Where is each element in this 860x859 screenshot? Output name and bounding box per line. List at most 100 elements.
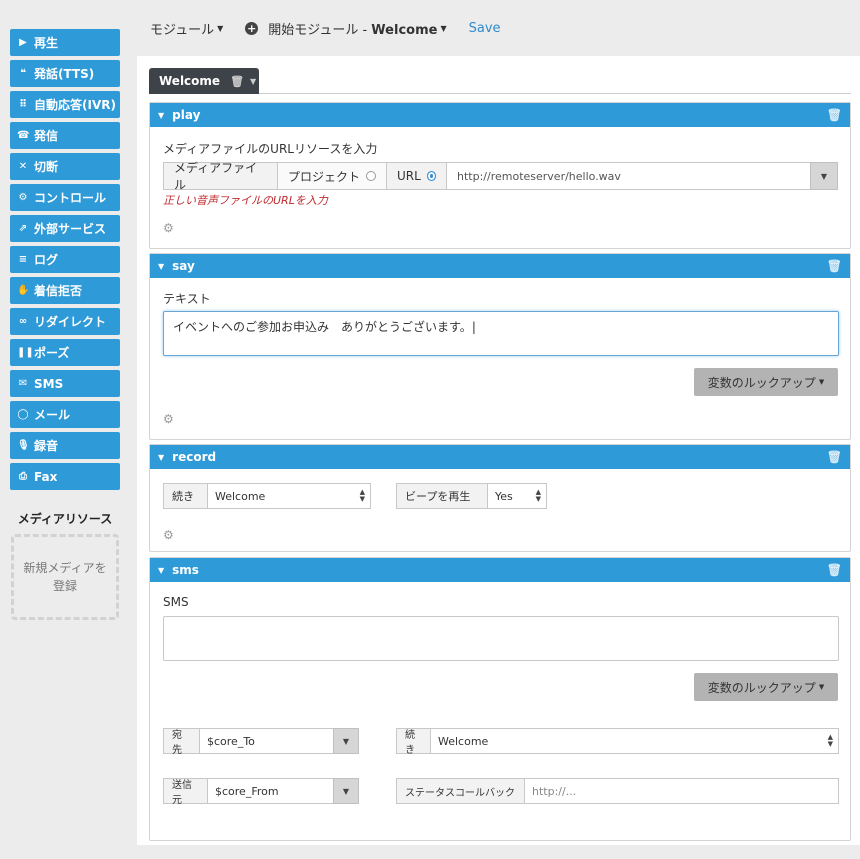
media-dropzone[interactable]: 新規メディアを登録 bbox=[11, 534, 119, 620]
sidebar-item-5[interactable]: ⚙ コントロール bbox=[10, 184, 120, 211]
phone-icon: ☎ bbox=[17, 130, 30, 141]
module-header[interactable]: ▼ play 🗑 bbox=[150, 103, 850, 127]
link-icon: ∞ bbox=[18, 316, 28, 327]
status-callback-placeholder: http://... bbox=[532, 784, 577, 798]
radio-icon[interactable] bbox=[366, 171, 376, 181]
variable-lookup-button[interactable]: 変数のルックアップ ▼ bbox=[694, 368, 838, 396]
from-input[interactable]: $core_From bbox=[207, 778, 334, 804]
microphone-icon: 🎙 bbox=[17, 440, 30, 451]
status-callback-input[interactable]: http://... bbox=[524, 778, 839, 804]
variable-lookup-button[interactable]: 変数のルックアップ ▼ bbox=[694, 673, 838, 701]
trash-icon[interactable]: 🗑 bbox=[827, 563, 842, 577]
beep-select[interactable]: Yes ▲ ▼ bbox=[487, 483, 547, 509]
external-link-icon: ⇗ bbox=[18, 223, 28, 234]
sidebar-item-label: ログ bbox=[34, 253, 59, 267]
select-arrows-icon: ▲ ▼ bbox=[535, 488, 541, 503]
from-label-text: 送信元 bbox=[172, 780, 192, 806]
url-input[interactable]: http://remoteserver/hello.wav bbox=[446, 162, 811, 190]
to-value: $core_To bbox=[207, 734, 255, 748]
sidebar-item-2[interactable]: ⠿ 自動応答(IVR) bbox=[10, 91, 120, 118]
lookup-label: 変数のルックアップ bbox=[707, 375, 816, 390]
trash-icon[interactable]: 🗑 bbox=[230, 75, 244, 88]
sidebar-item-label: 切断 bbox=[34, 160, 59, 174]
collapse-arrow-icon[interactable]: ▼ bbox=[158, 453, 164, 462]
collapse-arrow-icon[interactable]: ▼ bbox=[158, 111, 164, 120]
radio-selected-icon[interactable] bbox=[426, 171, 436, 181]
url-dropdown-button[interactable]: ▼ bbox=[810, 162, 838, 190]
sidebar-item-label: 自動応答(IVR) bbox=[34, 98, 116, 112]
from-dropdown-button[interactable]: ▼ bbox=[333, 778, 359, 804]
sms-next-value: Welcome bbox=[438, 734, 489, 748]
trash-icon[interactable]: 🗑 bbox=[827, 450, 842, 464]
from-value: $core_From bbox=[215, 784, 279, 798]
plus-circle-icon[interactable]: + bbox=[245, 21, 259, 35]
module-menu-label: モジュール bbox=[150, 22, 215, 38]
close-icon: ✕ bbox=[18, 161, 28, 172]
sidebar-item-7[interactable]: ≡ ログ bbox=[10, 246, 120, 273]
sms-next-label-text: 続き bbox=[405, 730, 415, 756]
play-circle-icon: ▶ bbox=[19, 37, 27, 48]
chevron-down-icon: ▼ bbox=[820, 171, 828, 181]
sidebar-item-label: 外部サービス bbox=[34, 222, 107, 236]
keypad-icon: ⠿ bbox=[19, 99, 27, 110]
tab-welcome[interactable]: Welcome 🗑 ▼ bbox=[149, 68, 259, 94]
sidebar: ▶ 再生 ❝ 発話(TTS) ⠿ 自動応答(IVR) ☎ 発信 ✕ 切断 ⚙ コントロール ⇗ 外部サービ… bbox=[10, 29, 120, 494]
sidebar-item-6[interactable]: ⇗ 外部サービス bbox=[10, 215, 120, 242]
say-text-input[interactable]: イベントへのご参加お申込み ありがとうございます。| bbox=[163, 311, 839, 356]
sidebar-item-9[interactable]: ∞ リダイレクト bbox=[10, 308, 120, 335]
module-header[interactable]: ▼ say 🗑 bbox=[150, 254, 850, 278]
sms-next-select[interactable]: Welcome ▲ ▼ bbox=[430, 728, 839, 754]
sidebar-item-8[interactable]: ✋ 着信拒否 bbox=[10, 277, 120, 304]
gear-icon[interactable]: ⚙ bbox=[163, 529, 175, 541]
chevron-down-icon: ▼ bbox=[818, 683, 825, 691]
select-arrows-icon: ▲ ▼ bbox=[359, 488, 365, 503]
trash-icon[interactable]: 🗑 bbox=[827, 259, 842, 273]
sidebar-item-10[interactable]: ❚❚ ポーズ bbox=[10, 339, 120, 366]
next-label-text: 続き bbox=[172, 490, 194, 503]
next-module-value: Welcome bbox=[215, 489, 266, 503]
sidebar-item-0[interactable]: ▶ 再生 bbox=[10, 29, 120, 56]
sidebar-item-1[interactable]: ❝ 発話(TTS) bbox=[10, 60, 120, 87]
from-label: 送信元 bbox=[163, 778, 208, 806]
to-label: 宛先 bbox=[163, 728, 200, 756]
beep-label: ビープを再生 bbox=[396, 483, 488, 509]
trash-icon[interactable]: 🗑 bbox=[827, 108, 842, 122]
save-link[interactable]: Save bbox=[469, 21, 501, 36]
sidebar-item-12[interactable]: ◯ メール bbox=[10, 401, 120, 428]
chevron-down-icon: ▼ bbox=[217, 23, 224, 33]
say-text-value: イベントへのご参加お申込み ありがとうございます。 bbox=[173, 320, 472, 334]
url-option[interactable]: URL bbox=[386, 162, 447, 190]
sidebar-item-3[interactable]: ☎ 発信 bbox=[10, 122, 120, 149]
sidebar-item-label: 録音 bbox=[34, 439, 59, 453]
sidebar-item-11[interactable]: ✉ SMS bbox=[10, 370, 120, 397]
module-menu[interactable]: モジュール bbox=[150, 19, 214, 38]
sms-text-input[interactable] bbox=[163, 616, 839, 661]
project-option[interactable]: プロジェクト bbox=[277, 162, 387, 190]
comment-icon: ◯ bbox=[17, 409, 29, 420]
sidebar-item-4[interactable]: ✕ 切断 bbox=[10, 153, 120, 180]
next-module-select[interactable]: Welcome ▲ ▼ bbox=[207, 483, 371, 509]
project-label: プロジェクト bbox=[288, 169, 361, 184]
to-input[interactable]: $core_To bbox=[199, 728, 334, 754]
sidebar-item-13[interactable]: 🎙 録音 bbox=[10, 432, 120, 459]
lookup-label: 変数のルックアップ bbox=[707, 680, 816, 695]
sidebar-item-label: 再生 bbox=[34, 36, 59, 50]
media-file-button[interactable]: メディアファイル bbox=[163, 161, 278, 192]
start-module-selector[interactable]: 開始モジュール - Welcome bbox=[268, 19, 437, 38]
chevron-down-icon[interactable]: ▼ bbox=[250, 77, 256, 86]
to-dropdown-button[interactable]: ▼ bbox=[333, 728, 359, 754]
module-header[interactable]: ▼ record 🗑 bbox=[150, 445, 850, 469]
url-error-message: 正しい音声ファイルのURLを入力 bbox=[163, 194, 328, 207]
media-resources-title: メディアリソース bbox=[17, 512, 113, 526]
sidebar-item-14[interactable]: ⎙ Fax bbox=[10, 463, 120, 490]
url-label: URL bbox=[397, 169, 421, 183]
module-title: play bbox=[172, 108, 201, 122]
gear-icon[interactable]: ⚙ bbox=[163, 413, 175, 425]
module-header[interactable]: ▼ sms 🗑 bbox=[150, 558, 850, 582]
envelope-icon: ✉ bbox=[18, 378, 28, 389]
collapse-arrow-icon[interactable]: ▼ bbox=[158, 566, 164, 575]
collapse-arrow-icon[interactable]: ▼ bbox=[158, 262, 164, 271]
gear-icon[interactable]: ⚙ bbox=[163, 222, 175, 234]
sidebar-item-label: コントロール bbox=[34, 191, 107, 205]
printer-icon: ⎙ bbox=[19, 471, 27, 482]
